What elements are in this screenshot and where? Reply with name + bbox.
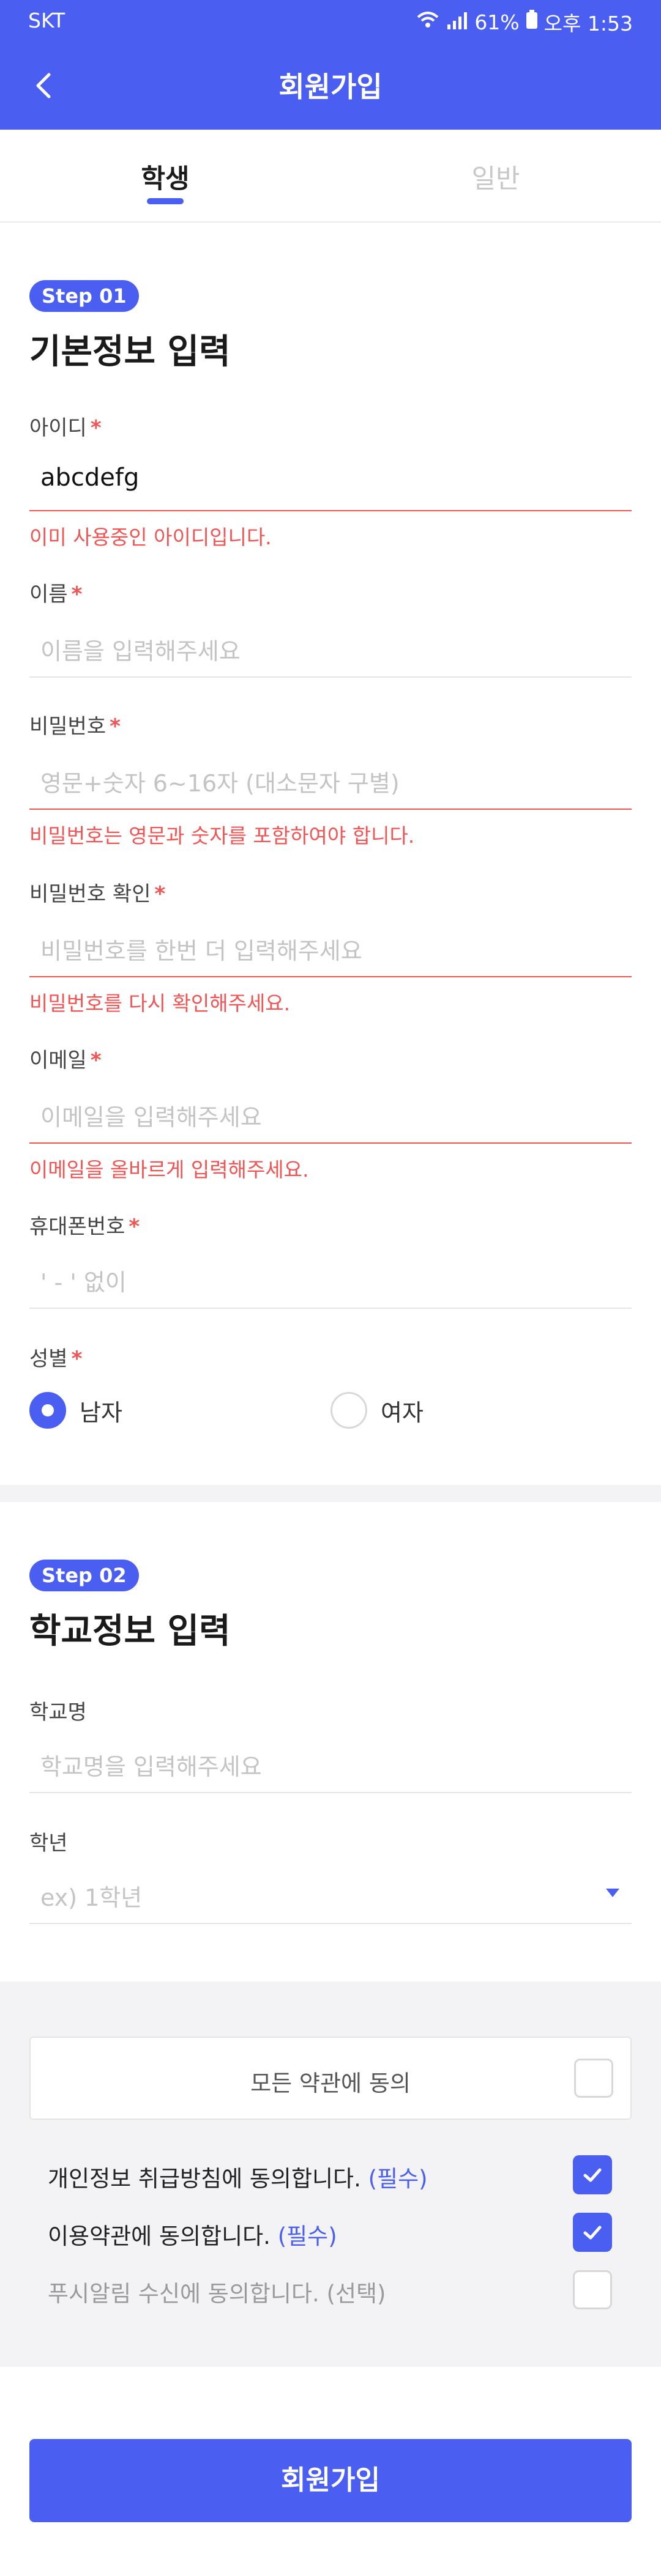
phone-field-placeholder: ' - ' 없이 — [40, 1269, 127, 1296]
radio-female[interactable] — [330, 1392, 367, 1429]
grade-label: 학년 — [29, 1831, 68, 1856]
id-field-value: abcdefg — [40, 464, 140, 492]
agree-terms-checkbox[interactable] — [573, 2213, 612, 2252]
agree-privacy-row: 개인정보 취급방침에 동의합니다. (필수) — [48, 2160, 428, 2193]
password-confirm-field[interactable]: 비밀번호를 한번 더 입력해주세요 — [29, 916, 632, 977]
clock: 오후 1:53 — [543, 12, 633, 35]
signal-icon — [446, 10, 468, 34]
id-label-text: 아이디 — [29, 416, 87, 440]
agree-privacy-text: 개인정보 취급방침에 동의합니다. — [48, 2166, 361, 2192]
step-badge: Step 02 — [29, 1560, 139, 1591]
email-field[interactable]: 이메일을 입력해주세요 — [29, 1083, 632, 1144]
password-field[interactable]: 영문+숫자 6~16자 (대소문자 구별) — [29, 749, 632, 810]
gender-label: 성별 * — [29, 1342, 82, 1372]
name-label: 이름 * — [29, 577, 82, 607]
section-title: 기본정보 입력 — [29, 332, 231, 372]
agree-terms-tag: (필수) — [277, 2223, 337, 2249]
gender-label-text: 성별 — [29, 1347, 68, 1371]
school-field[interactable]: 학교명을 입력해주세요 — [29, 1732, 632, 1793]
name-field-placeholder: 이름을 입력해주세요 — [40, 638, 241, 665]
password-confirm-label-text: 비밀번호 확인 — [29, 882, 151, 906]
name-field[interactable]: 이름을 입력해주세요 — [29, 616, 632, 678]
agree-privacy-tag: (필수) — [368, 2166, 428, 2192]
required-mark: * — [90, 1048, 102, 1073]
phone-label: 휴대폰번호 * — [29, 1210, 140, 1240]
active-tab-indicator — [147, 198, 184, 204]
wifi-icon — [416, 10, 440, 34]
password-confirm-error-message: 비밀번호를 다시 확인해주세요. — [29, 991, 291, 1015]
check-icon — [583, 2168, 602, 2182]
status-icons: 61% 오후 1:53 — [416, 7, 633, 37]
id-error-message: 이미 사용중인 아이디입니다. — [29, 525, 272, 549]
password-confirm-placeholder: 비밀번호를 한번 더 입력해주세요 — [40, 938, 362, 964]
agree-all-box[interactable]: 모든 약관에 동의 — [29, 2037, 632, 2120]
email-error-message: 이메일을 올바르게 입력해주세요. — [29, 1158, 309, 1182]
tab-bar: 학생 일반 — [0, 130, 661, 223]
check-icon — [583, 2226, 602, 2240]
section-divider — [0, 1485, 661, 1502]
tab-student[interactable]: 학생 — [0, 158, 330, 196]
password-error-message: 비밀번호는 영문과 숫자를 포함하여야 합니다. — [29, 824, 415, 848]
email-field-placeholder: 이메일을 입력해주세요 — [40, 1104, 262, 1131]
section-title: 학교정보 입력 — [29, 1612, 231, 1651]
password-field-placeholder: 영문+숫자 6~16자 (대소문자 구별) — [40, 770, 400, 797]
battery-icon — [526, 10, 538, 34]
id-label: 아이디 * — [29, 411, 102, 441]
gender-option-male[interactable]: 남자 — [29, 1392, 122, 1429]
email-label-text: 이메일 — [29, 1048, 87, 1073]
caret-down-icon — [606, 1889, 619, 1897]
page-title: 회원가입 — [278, 70, 383, 103]
tab-general[interactable]: 일반 — [330, 158, 661, 196]
status-bar: SKT 61% 오후 1:53 — [0, 0, 661, 42]
agree-terms-row: 이용약관에 동의합니다. (필수) — [48, 2218, 337, 2251]
phone-label-text: 휴대폰번호 — [29, 1215, 125, 1239]
password-confirm-label: 비밀번호 확인 * — [29, 877, 165, 907]
agree-all-checkbox[interactable] — [574, 2059, 613, 2098]
phone-field[interactable]: ' - ' 없이 — [29, 1248, 632, 1309]
required-mark: * — [154, 882, 166, 906]
agree-all-label: 모든 약관에 동의 — [250, 2070, 411, 2097]
grade-select[interactable]: ex) 1학년 — [29, 1863, 632, 1924]
email-label: 이메일 * — [29, 1043, 102, 1073]
required-mark: * — [90, 416, 102, 440]
required-mark: * — [110, 714, 121, 739]
radio-male[interactable] — [29, 1392, 66, 1429]
agree-push-row: 푸시알림 수신에 동의합니다. (선택) — [48, 2275, 386, 2308]
password-label-text: 비밀번호 — [29, 714, 106, 739]
name-label-text: 이름 — [29, 582, 68, 607]
signup-submit-button[interactable]: 회원가입 — [29, 2439, 632, 2522]
agree-privacy-checkbox[interactable] — [573, 2155, 612, 2194]
id-field[interactable]: abcdefg — [29, 450, 632, 511]
gender-option-female[interactable]: 여자 — [330, 1392, 424, 1429]
agree-terms-text: 이용약관에 동의합니다. — [48, 2223, 271, 2249]
required-mark: * — [71, 1347, 83, 1371]
agree-push-text: 푸시알림 수신에 동의합니다. (선택) — [48, 2281, 386, 2307]
agree-push-checkbox[interactable] — [573, 2270, 612, 2309]
header: SKT 61% 오후 1:53 회원가입 — [0, 0, 661, 130]
school-field-placeholder: 학교명을 입력해주세요 — [40, 1753, 262, 1780]
required-mark: * — [129, 1215, 140, 1239]
required-mark: * — [71, 582, 83, 607]
carrier-label: SKT — [28, 9, 65, 32]
battery-percent: 61% — [474, 10, 520, 34]
password-label: 비밀번호 * — [29, 709, 121, 739]
app-bar: 회원가입 — [0, 42, 661, 130]
radio-female-label: 여자 — [381, 1399, 424, 1426]
school-label: 학교명 — [29, 1700, 87, 1725]
step-badge: Step 01 — [29, 280, 139, 312]
radio-male-label: 남자 — [80, 1399, 122, 1426]
grade-select-placeholder: ex) 1학년 — [40, 1884, 143, 1911]
